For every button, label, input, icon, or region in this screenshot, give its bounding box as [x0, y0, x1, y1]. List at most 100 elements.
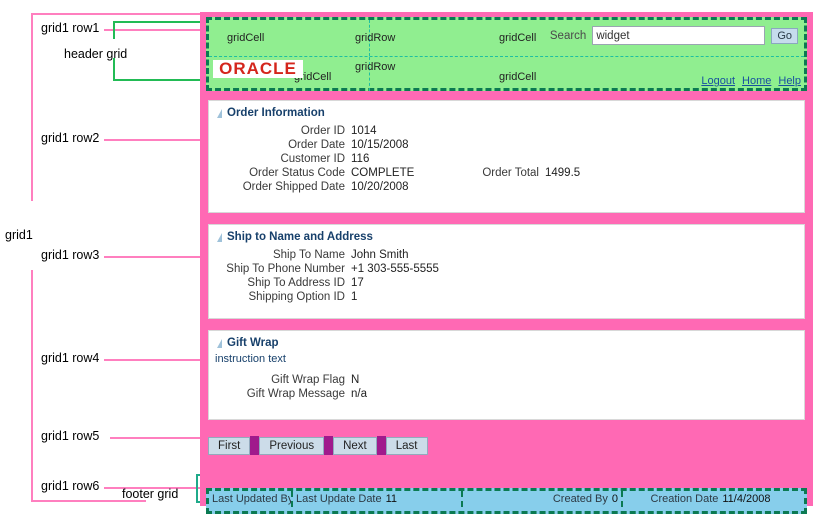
search-input[interactable] [592, 26, 766, 45]
header-links: Logout Home Help [701, 75, 801, 87]
grid1-bracket-spine-upper [31, 13, 33, 201]
field-value: 10/20/2008 [351, 181, 409, 193]
panel-gift-wrap: Gift Wrap instruction text Gift Wrap Fla… [208, 330, 805, 420]
previous-button[interactable]: Previous [259, 436, 325, 455]
field-label: Gift Wrap Message [246, 388, 345, 400]
field-label: Order ID [300, 125, 345, 137]
next-button[interactable]: Next [333, 436, 377, 455]
disclosure-triangle-icon[interactable] [217, 108, 222, 118]
field-value-secondary: 1499.5 [545, 167, 581, 179]
header-cell-label-r1c3: gridCell [499, 32, 537, 44]
footer-value: 11 [385, 493, 398, 505]
field-label: Ship To Phone Number [226, 263, 345, 275]
ship-to-fields: Ship To Name John Smith Ship To Phone Nu… [215, 248, 461, 304]
field-row: Ship To Address ID 17 [215, 276, 461, 290]
field-value: 1 [351, 291, 358, 303]
field-label: Gift Wrap Flag [271, 374, 345, 386]
annotation-grid1-row4: grid1 row4 [41, 351, 100, 365]
footer-cell-last-updated-by: Last Updated By 0 [209, 491, 293, 507]
field-value: 116 [351, 153, 370, 165]
annotation-grid1-row3: grid1 row3 [41, 248, 100, 262]
footer-label: Created By [552, 493, 608, 505]
field-label: Customer ID [280, 153, 345, 165]
field-row: Customer ID 116 [215, 152, 580, 166]
field-value: COMPLETE [351, 167, 415, 179]
header-cell-label-r1c2: gridRow [355, 32, 396, 44]
order-information-fields: Order ID 1014 Order Date 10/15/2008 Cust… [215, 124, 580, 194]
footer-cell-creation-date: Creation Date 11/4/2008 [623, 491, 798, 507]
field-label: Order Status Code [249, 167, 345, 179]
field-value: N [351, 374, 360, 386]
home-link[interactable]: Home [742, 75, 771, 87]
field-row: Shipping Option ID 1 [215, 290, 461, 304]
grid1-bracket-spine-lower [31, 270, 33, 501]
button-separator [324, 436, 334, 455]
footer-cell-created-by: Created By 0 [463, 491, 623, 507]
header-grid: gridCell gridRow gridCell Search Go grid… [206, 17, 807, 91]
oracle-logo: ORACLE [213, 60, 303, 78]
search-area: Search Go [550, 26, 798, 45]
leader-row3 [104, 256, 201, 258]
footer-label: Last Updated By [212, 493, 293, 505]
footer-label: Creation Date [650, 493, 719, 505]
field-row: Gift Wrap Message n/a [215, 387, 461, 401]
panel-gift-wrap-header[interactable]: Gift Wrap [209, 331, 804, 352]
field-row: Ship To Name John Smith [215, 248, 461, 262]
footer-value: 0 [611, 493, 618, 505]
footer-cell-last-update-date: Last Update Date 11 [293, 491, 463, 507]
field-value: 17 [351, 277, 364, 289]
help-link[interactable]: Help [778, 75, 801, 87]
field-row: Order Status Code COMPLETE Order Total 1… [215, 166, 580, 180]
field-row: Gift Wrap Flag N [215, 373, 461, 387]
panel-order-information-title: Order Information [227, 107, 325, 119]
annotation-grid1: grid1 [5, 228, 33, 242]
field-value: John Smith [351, 249, 409, 261]
field-row: Order Date 10/15/2008 [215, 138, 580, 152]
annotation-grid1-row5: grid1 row5 [41, 429, 100, 443]
panel-order-information: Order Information Order ID 1014 Order Da… [208, 100, 805, 213]
leader-row2 [104, 139, 201, 141]
field-row: Ship To Phone Number +1 303-555-5555 [215, 262, 461, 276]
footer-value: 11/4/2008 [722, 493, 771, 505]
grid1-bracket-top [31, 13, 201, 15]
field-label: Shipping Option ID [248, 291, 345, 303]
panel-gift-wrap-title: Gift Wrap [227, 337, 279, 349]
header-cell-label-r1c1: gridCell [227, 32, 265, 44]
field-row: Order Shipped Date 10/20/2008 [215, 180, 580, 194]
header-grid-bracket-top [113, 21, 201, 23]
panel-ship-to-title: Ship to Name and Address [227, 231, 373, 243]
search-label: Search [549, 29, 587, 42]
footer-grid: Last Updated By 0 Last Update Date 11 Cr… [206, 488, 807, 514]
last-button[interactable]: Last [385, 436, 428, 455]
header-grid-row-1: gridCell gridRow gridCell Search Go [209, 20, 804, 57]
field-label: Order Shipped Date [242, 181, 345, 193]
field-value: 10/15/2008 [351, 139, 409, 151]
field-label: Ship To Name [272, 249, 345, 261]
navigation-button-row: First Previous Next Last [208, 436, 428, 455]
footer-grid-bracket-v [196, 474, 198, 502]
panel-order-information-header[interactable]: Order Information [209, 101, 804, 122]
header-grid-bracket-v1 [113, 21, 115, 39]
field-label: Order Date [288, 139, 345, 151]
field-value: +1 303-555-5555 [351, 263, 439, 275]
leader-row4 [104, 359, 201, 361]
header-grid-bracket-v2 [113, 58, 115, 80]
panel-ship-to-header[interactable]: Ship to Name and Address [209, 225, 804, 246]
field-label: Ship To Address ID [247, 277, 345, 289]
first-button[interactable]: First [208, 436, 251, 455]
header-grid-bracket-bottom [113, 79, 201, 81]
app-frame: gridCell gridRow gridCell Search Go grid… [200, 12, 813, 514]
footer-label: Last Update Date [296, 493, 382, 505]
annotation-footer-grid: footer grid [122, 487, 179, 501]
annotation-header-grid: header grid [64, 47, 128, 61]
field-value: n/a [351, 388, 367, 400]
gift-wrap-fields: Gift Wrap Flag N Gift Wrap Message n/a [215, 373, 461, 401]
annotation-grid1-row6: grid1 row6 [41, 479, 100, 493]
leader-row1 [104, 29, 201, 31]
logout-link[interactable]: Logout [701, 75, 735, 87]
footer-grid-row: Last Updated By 0 Last Update Date 11 Cr… [209, 491, 804, 507]
disclosure-triangle-icon[interactable] [217, 338, 222, 348]
disclosure-triangle-icon[interactable] [217, 232, 222, 242]
field-value: 1014 [351, 125, 377, 137]
search-go-button[interactable]: Go [771, 27, 798, 44]
